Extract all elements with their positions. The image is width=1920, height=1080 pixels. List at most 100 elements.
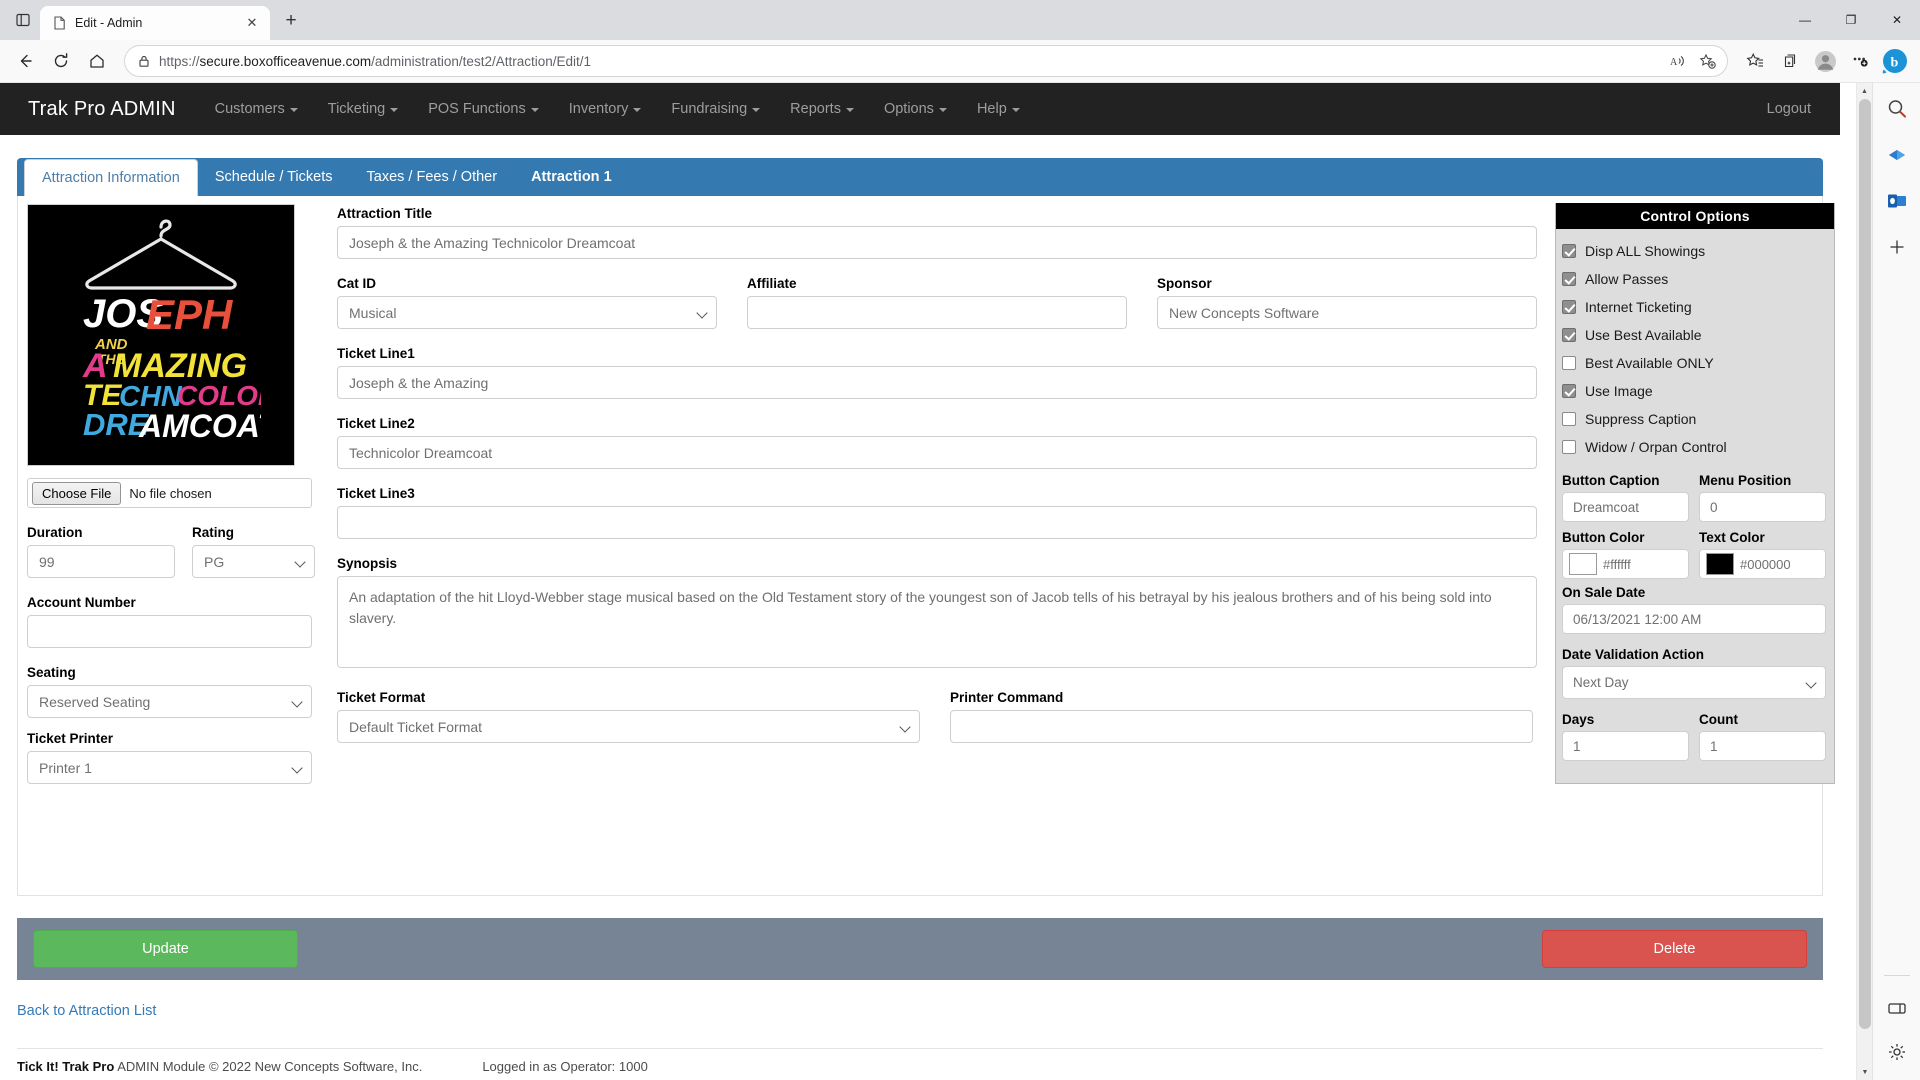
checkbox-icon[interactable]: [1562, 328, 1576, 342]
copilot-bing-icon[interactable]: b: [1878, 44, 1912, 78]
button-caption-label: Button Caption: [1562, 473, 1660, 488]
ticket-line2-input[interactable]: Technicolor Dreamcoat: [337, 436, 1537, 469]
checkbox-icon[interactable]: [1562, 412, 1576, 426]
new-tab-button[interactable]: +: [276, 6, 306, 36]
checkbox-disp-all-showings[interactable]: Disp ALL Showings: [1562, 237, 1834, 265]
account-number-label: Account Number: [27, 595, 136, 610]
text-color-input[interactable]: #000000: [1699, 549, 1826, 579]
ticket-format-select[interactable]: Default Ticket Format: [337, 710, 920, 743]
account-number-input[interactable]: [27, 615, 312, 648]
text-color-swatch[interactable]: [1706, 553, 1734, 575]
menu-item-options[interactable]: Options: [869, 92, 962, 126]
minimize-window-button[interactable]: —: [1782, 0, 1828, 40]
split-screen-icon[interactable]: [1881, 992, 1913, 1024]
duration-input[interactable]: 99: [27, 545, 175, 578]
outlook-icon[interactable]: [1881, 185, 1913, 217]
profile-avatar-icon[interactable]: [1808, 44, 1842, 78]
lock-icon: [137, 54, 151, 68]
menu-label: POS Functions: [428, 101, 526, 117]
chevron-down-icon: [633, 108, 642, 112]
app-menu: Customers Ticketing POS Functions Invent…: [200, 92, 1035, 126]
image-file-picker[interactable]: Choose File No file chosen: [27, 478, 312, 508]
collections-icon[interactable]: [1773, 44, 1807, 78]
checkbox-use-image[interactable]: Use Image: [1562, 377, 1834, 405]
attraction-image[interactable]: JOS EPH AND THE A MAZING TE CHN COLOR: [27, 204, 295, 466]
attraction-title-input[interactable]: Joseph & the Amazing Technicolor Dreamco…: [337, 226, 1537, 259]
checkbox-use-best-available[interactable]: Use Best Available: [1562, 321, 1834, 349]
ticket-line1-input[interactable]: Joseph & the Amazing: [337, 366, 1537, 399]
ticket-printer-select[interactable]: Printer 1: [27, 751, 312, 784]
scrollbar-thumb[interactable]: [1859, 99, 1871, 1029]
menu-item-inventory[interactable]: Inventory: [554, 92, 657, 126]
checkbox-icon[interactable]: [1562, 244, 1576, 258]
checkbox-best-available-only[interactable]: Best Available ONLY: [1562, 349, 1834, 377]
browser-tab-active[interactable]: Edit - Admin ✕: [40, 6, 270, 40]
back-to-attraction-list-link[interactable]: Back to Attraction List: [17, 1003, 156, 1019]
printer-command-input[interactable]: [950, 710, 1533, 743]
form-action-bar: Update Delete: [17, 918, 1823, 980]
read-aloud-icon[interactable]: A: [1663, 47, 1691, 75]
favorites-icon[interactable]: [1738, 44, 1772, 78]
cat-id-label: Cat ID: [337, 276, 377, 291]
sidebar-settings-icon[interactable]: [1881, 1036, 1913, 1068]
ticket-line3-input[interactable]: [337, 506, 1537, 539]
tab-taxes-fees-other[interactable]: Taxes / Fees / Other: [350, 159, 515, 196]
close-tab-icon[interactable]: ✕: [242, 13, 262, 33]
checkbox-icon[interactable]: [1562, 272, 1576, 286]
cat-id-select[interactable]: Musical: [337, 296, 717, 329]
choose-file-button[interactable]: Choose File: [32, 481, 122, 505]
button-caption-input[interactable]: Dreamcoat: [1562, 492, 1689, 522]
app-brand[interactable]: Trak Pro ADMIN: [14, 98, 190, 121]
checkbox-icon[interactable]: [1562, 440, 1576, 454]
svg-text:EPH: EPH: [146, 291, 234, 338]
menu-item-ticketing[interactable]: Ticketing: [313, 92, 413, 126]
office-icon[interactable]: [1881, 139, 1913, 171]
page-scrollbar[interactable]: ▲ ▼: [1856, 83, 1872, 1080]
logout-button[interactable]: Logout: [1752, 92, 1826, 126]
add-sidebar-icon[interactable]: [1881, 231, 1913, 263]
tab-schedule-tickets[interactable]: Schedule / Tickets: [198, 159, 350, 196]
sponsor-input[interactable]: New Concepts Software: [1157, 296, 1537, 329]
on-sale-date-input[interactable]: 06/13/2021 12:00 AM: [1562, 604, 1826, 634]
address-bar[interactable]: https://secure.boxofficeavenue.com/admin…: [124, 45, 1728, 77]
checkbox-internet-ticketing[interactable]: Internet Ticketing: [1562, 293, 1834, 321]
tab-attraction-information[interactable]: Attraction Information: [24, 159, 198, 197]
tab-search-icon[interactable]: [6, 3, 40, 37]
checkbox-widow-orphan-control[interactable]: Widow / Orpan Control: [1562, 433, 1834, 461]
affiliate-input[interactable]: [747, 296, 1127, 329]
maximize-window-button[interactable]: ❐: [1828, 0, 1874, 40]
add-favorite-icon[interactable]: [1693, 47, 1721, 75]
checkbox-icon[interactable]: [1562, 356, 1576, 370]
days-input[interactable]: 1: [1562, 731, 1689, 761]
menu-item-customers[interactable]: Customers: [200, 92, 313, 126]
refresh-icon[interactable]: [44, 44, 78, 78]
menu-item-reports[interactable]: Reports: [775, 92, 869, 126]
checkbox-allow-passes[interactable]: Allow Passes: [1562, 265, 1834, 293]
synopsis-textarea[interactable]: [337, 576, 1537, 668]
checkbox-icon[interactable]: [1562, 384, 1576, 398]
count-label: Count: [1699, 712, 1738, 727]
seating-select[interactable]: Reserved Seating: [27, 685, 312, 718]
menu-position-input[interactable]: 0: [1699, 492, 1826, 522]
svg-text:A: A: [1670, 57, 1678, 68]
tab-attraction-1[interactable]: Attraction 1: [514, 159, 629, 196]
menu-item-help[interactable]: Help: [962, 92, 1035, 126]
checkbox-suppress-caption[interactable]: Suppress Caption: [1562, 405, 1834, 433]
back-arrow-icon[interactable]: [8, 44, 42, 78]
search-icon[interactable]: [1881, 93, 1913, 125]
home-icon[interactable]: [80, 44, 114, 78]
delete-button[interactable]: Delete: [1542, 930, 1807, 968]
checkbox-icon[interactable]: [1562, 300, 1576, 314]
scroll-up-arrow-icon[interactable]: ▲: [1857, 83, 1872, 99]
update-button[interactable]: Update: [33, 930, 298, 968]
button-color-swatch[interactable]: [1569, 553, 1597, 575]
scroll-down-arrow-icon[interactable]: ▼: [1857, 1064, 1873, 1080]
button-color-input[interactable]: #ffffff: [1562, 549, 1689, 579]
close-window-button[interactable]: ✕: [1874, 0, 1920, 40]
menu-item-fundraising[interactable]: Fundraising: [656, 92, 775, 126]
count-input[interactable]: 1: [1699, 731, 1826, 761]
rating-select[interactable]: PG: [192, 545, 315, 578]
more-settings-icon[interactable]: [1843, 44, 1877, 78]
menu-item-pos-functions[interactable]: POS Functions: [413, 92, 554, 126]
date-validation-select[interactable]: Next Day: [1562, 666, 1826, 699]
